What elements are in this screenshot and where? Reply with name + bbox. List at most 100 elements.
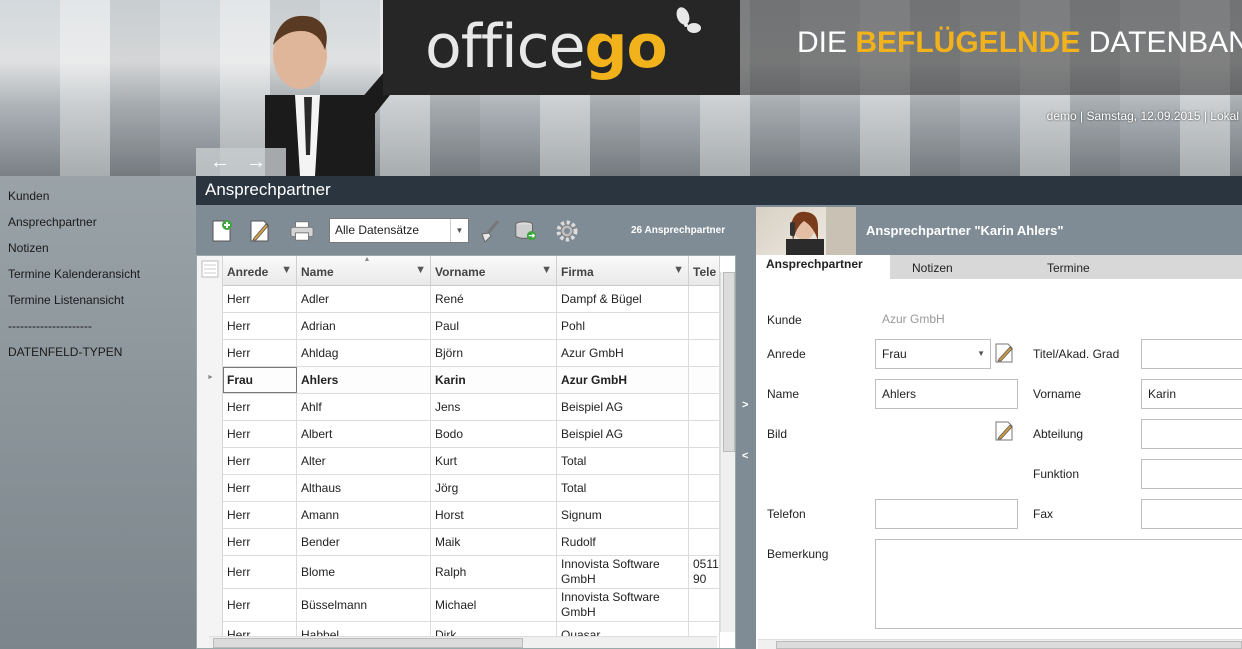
table-cell[interactable]	[689, 394, 720, 420]
grid-horizontal-scrollbar[interactable]	[209, 636, 717, 648]
table-row[interactable]: Herr Albert Bodo Beispiel AG	[223, 421, 720, 448]
table-cell[interactable]: Jens	[431, 394, 557, 420]
table-cell[interactable]: Büsselmann	[297, 589, 431, 621]
table-cell[interactable]: Herr	[223, 529, 297, 555]
table-cell[interactable]: Herr	[223, 313, 297, 339]
table-cell[interactable]: Horst	[431, 502, 557, 528]
tab-notizen[interactable]: Notizen	[912, 255, 953, 279]
table-cell[interactable]: Althaus	[297, 475, 431, 501]
table-cell[interactable]: Alter	[297, 448, 431, 474]
table-cell[interactable]: Albert	[297, 421, 431, 447]
table-cell[interactable]: Herr	[223, 394, 297, 420]
edit-anrede-icon[interactable]	[994, 342, 1016, 364]
table-cell[interactable]	[689, 286, 720, 312]
table-cell[interactable]: Innovista Software GmbH	[557, 589, 689, 621]
table-cell[interactable]: Jörg	[431, 475, 557, 501]
sidebar-item-termine-liste[interactable]: Termine Listenansicht	[0, 280, 196, 307]
filter-funnel-icon[interactable]: ▼	[673, 264, 684, 276]
table-cell[interactable]	[689, 529, 720, 555]
table-cell[interactable]: Adrian	[297, 313, 431, 339]
table-cell[interactable]: Herr	[223, 286, 297, 312]
grid-vertical-scrollbar[interactable]	[720, 272, 735, 632]
detail-horizontal-scrollbar[interactable]	[758, 639, 1242, 649]
database-sync-icon[interactable]	[514, 219, 538, 243]
scrollbar-thumb[interactable]	[723, 272, 735, 452]
filter-funnel-icon[interactable]: ▼	[281, 264, 292, 276]
table-row[interactable]: Herr Althaus Jörg Total	[223, 475, 720, 502]
table-cell[interactable]: Ahldag	[297, 340, 431, 366]
fax-field[interactable]	[1141, 499, 1242, 529]
abteilung-field[interactable]	[1141, 419, 1242, 449]
table-cell[interactable]: Herr	[223, 448, 297, 474]
table-row[interactable]: Herr Blome Ralph Innovista Software GmbH 051…	[223, 556, 720, 589]
record-filter-select[interactable]: Alle Datensätze ▼	[329, 218, 469, 243]
sidebar-item-termine-kalender[interactable]: Termine Kalenderansicht	[0, 254, 196, 281]
column-header-name[interactable]: ▲ Name ▼	[297, 256, 431, 286]
new-record-icon[interactable]	[210, 219, 234, 243]
table-cell[interactable]: Karin	[431, 367, 557, 393]
forward-arrow-icon[interactable]: →	[240, 150, 272, 174]
table-cell[interactable]: Blome	[297, 556, 431, 588]
panel-splitter[interactable]: > <	[736, 205, 756, 649]
table-cell[interactable]	[689, 475, 720, 501]
tab-termine[interactable]: Termine	[1047, 255, 1090, 279]
table-cell[interactable]: Azur GmbH	[557, 340, 689, 366]
table-cell[interactable]: Paul	[431, 313, 557, 339]
table-cell[interactable]	[689, 589, 720, 621]
table-row[interactable]: Herr Ahlf Jens Beispiel AG	[223, 394, 720, 421]
scrollbar-thumb[interactable]	[776, 641, 1242, 649]
bemerkung-textarea[interactable]	[875, 539, 1242, 629]
table-cell[interactable]: 0511 90	[689, 556, 720, 588]
sidebar-item-notizen[interactable]: Notizen	[0, 228, 196, 255]
table-cell[interactable]	[689, 448, 720, 474]
table-cell[interactable]: Bender	[297, 529, 431, 555]
sidebar-item-ansprechpartner[interactable]: Ansprechpartner	[0, 202, 196, 229]
table-cell[interactable]: Ahlers	[297, 367, 431, 393]
table-cell[interactable]: Bodo	[431, 421, 557, 447]
telefon-field[interactable]	[875, 499, 1018, 529]
table-cell[interactable]	[689, 421, 720, 447]
sidebar-item-kunden[interactable]: Kunden	[0, 176, 196, 203]
table-cell[interactable]: Ahlf	[297, 394, 431, 420]
table-cell[interactable]: Rudolf	[557, 529, 689, 555]
table-cell[interactable]: Herr	[223, 421, 297, 447]
table-cell[interactable]: Total	[557, 448, 689, 474]
table-cell[interactable]: Frau	[223, 367, 297, 393]
column-header-vorname[interactable]: Vorname ▼	[431, 256, 557, 286]
table-row[interactable]: Herr Amann Horst Signum	[223, 502, 720, 529]
table-cell[interactable]: Michael	[431, 589, 557, 621]
settings-gear-icon[interactable]	[555, 219, 579, 243]
table-cell[interactable]: Herr	[223, 556, 297, 588]
column-header-telefon[interactable]: Tele	[689, 256, 720, 286]
table-cell[interactable]: Azur GmbH	[557, 367, 689, 393]
table-cell[interactable]	[689, 313, 720, 339]
table-cell[interactable]: Ralph	[431, 556, 557, 588]
edit-icon[interactable]	[248, 219, 272, 243]
titel-field[interactable]	[1141, 339, 1242, 369]
table-row[interactable]: Herr Adler René Dampf & Bügel	[223, 286, 720, 313]
table-cell[interactable]: Amann	[297, 502, 431, 528]
table-cell[interactable]: Signum	[557, 502, 689, 528]
table-cell[interactable]: Beispiel AG	[557, 421, 689, 447]
table-cell[interactable]: Adler	[297, 286, 431, 312]
anrede-select[interactable]: Frau ▼	[875, 339, 991, 369]
broom-icon[interactable]	[478, 219, 502, 243]
edit-bild-icon[interactable]	[994, 420, 1016, 442]
table-cell[interactable]: René	[431, 286, 557, 312]
table-row[interactable]: Herr Alter Kurt Total	[223, 448, 720, 475]
table-cell[interactable]: Herr	[223, 502, 297, 528]
table-cell[interactable]: Dampf & Bügel	[557, 286, 689, 312]
table-row[interactable]: Herr Ahldag Björn Azur GmbH	[223, 340, 720, 367]
table-cell[interactable]: Herr	[223, 340, 297, 366]
vorname-field[interactable]: Karin	[1141, 379, 1242, 409]
table-cell[interactable]	[689, 340, 720, 366]
column-header-firma[interactable]: Firma ▼	[557, 256, 689, 286]
table-cell[interactable]: Kurt	[431, 448, 557, 474]
table-row[interactable]: Herr Bender Maik Rudolf	[223, 529, 720, 556]
table-cell[interactable]: Herr	[223, 589, 297, 621]
funktion-field[interactable]	[1141, 459, 1242, 489]
column-header-anrede[interactable]: Anrede ▼	[223, 256, 297, 286]
table-cell[interactable]: Pohl	[557, 313, 689, 339]
scrollbar-thumb[interactable]	[213, 638, 523, 648]
table-cell[interactable]: Herr	[223, 475, 297, 501]
